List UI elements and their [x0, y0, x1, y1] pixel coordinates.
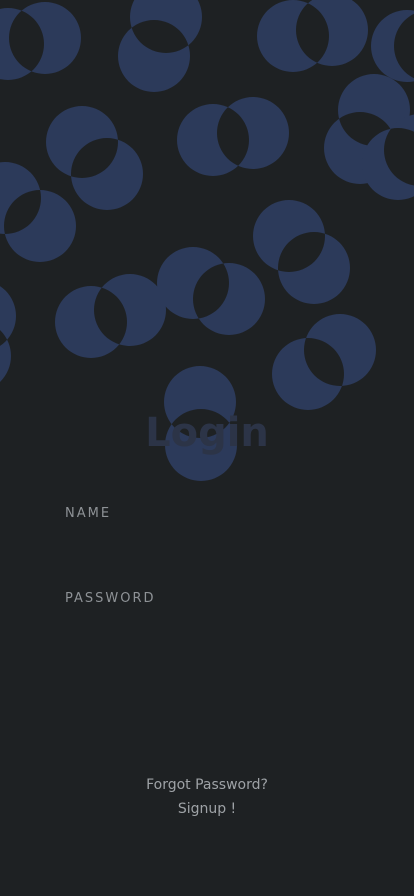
name-label: NAME: [65, 506, 112, 521]
bubble-pair: [371, 10, 414, 82]
bubble-pair: [157, 247, 265, 335]
bubble-pair: [257, 0, 368, 72]
bubble-pair: [272, 314, 376, 410]
forgot-password-link[interactable]: Forgot Password?: [0, 777, 414, 793]
password-label: PASSWORD: [65, 591, 156, 606]
bubble-pair: [0, 162, 76, 262]
bubble-pair: [177, 97, 289, 176]
name-input[interactable]: [65, 530, 359, 566]
bubble-pair: [55, 274, 166, 358]
bubble-pair: [0, 2, 81, 80]
signup-link[interactable]: Signup !: [0, 801, 414, 817]
bubble-pair: [0, 286, 16, 382]
bubble-pair: [118, 0, 202, 92]
page-title: Login: [145, 410, 269, 456]
password-input[interactable]: [65, 615, 359, 651]
bubble-pair: [46, 106, 143, 210]
bubble-pair: [253, 200, 350, 304]
